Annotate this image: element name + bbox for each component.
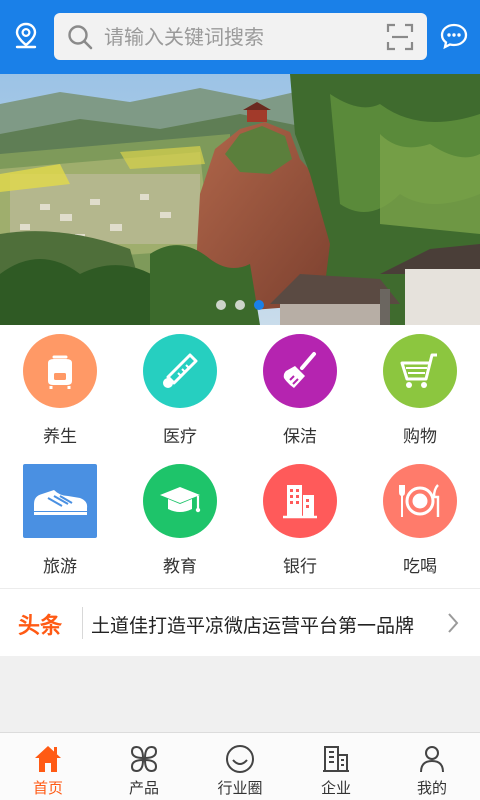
category-yiliao[interactable]: 医疗 bbox=[120, 325, 240, 455]
headline-text[interactable]: 土道佳打造平凉微店运营平台第一品牌 bbox=[91, 611, 414, 638]
tab-enterprise[interactable]: 企业 bbox=[288, 733, 384, 800]
category-jiaoyu[interactable]: 教育 bbox=[120, 455, 240, 585]
carousel-dot[interactable] bbox=[235, 300, 245, 310]
category-chihe[interactable]: 吃喝 bbox=[360, 455, 480, 585]
carousel-indicators bbox=[0, 300, 480, 310]
graduation-cap-icon bbox=[143, 464, 217, 538]
smile-circle-icon bbox=[226, 745, 254, 773]
search-input[interactable] bbox=[104, 13, 374, 60]
plate-cutlery-icon bbox=[383, 464, 457, 538]
tab-label: 产品 bbox=[128, 779, 159, 797]
location-pin-icon bbox=[15, 22, 37, 49]
carousel-dot[interactable] bbox=[216, 300, 226, 310]
headline-badge: 头条 bbox=[18, 614, 63, 639]
location-button[interactable] bbox=[8, 18, 44, 54]
tab-products[interactable]: 产品 bbox=[96, 733, 192, 800]
banner-carousel[interactable] bbox=[0, 74, 480, 325]
person-icon bbox=[420, 746, 444, 773]
category-baojie[interactable]: 保洁 bbox=[240, 325, 360, 455]
category-grid: 养生 医疗 保洁 购物 旅游 教育 银行 吃喝 bbox=[0, 325, 480, 587]
bottom-tab-bar: 首页 产品 行业圈 企业 我的 bbox=[0, 732, 480, 800]
tab-mine[interactable]: 我的 bbox=[384, 733, 480, 800]
category-label: 教育 bbox=[163, 557, 197, 577]
banner-image bbox=[0, 74, 480, 325]
content-spacer bbox=[0, 656, 480, 732]
search-icon bbox=[68, 25, 93, 50]
building-icon bbox=[263, 464, 337, 538]
tab-label: 我的 bbox=[416, 779, 447, 797]
headline-news[interactable]: 头条 土道佳打造平凉微店运营平台第一品牌 bbox=[0, 588, 480, 656]
category-label: 吃喝 bbox=[403, 557, 437, 577]
tab-label: 首页 bbox=[32, 779, 63, 797]
carousel-dot-active[interactable] bbox=[254, 300, 264, 310]
tab-label: 企业 bbox=[320, 779, 351, 797]
category-gouwu[interactable]: 购物 bbox=[360, 325, 480, 455]
sneaker-icon bbox=[23, 464, 97, 538]
category-label: 养生 bbox=[43, 427, 77, 447]
category-label: 购物 bbox=[403, 427, 437, 447]
broom-icon bbox=[263, 334, 337, 408]
tab-industry-circle[interactable]: 行业圈 bbox=[192, 733, 288, 800]
thermometer-icon bbox=[143, 334, 217, 408]
category-label: 旅游 bbox=[43, 557, 77, 577]
shopping-cart-icon bbox=[383, 334, 457, 408]
category-label: 医疗 bbox=[163, 427, 197, 447]
office-building-icon bbox=[323, 746, 349, 772]
category-label: 保洁 bbox=[283, 427, 317, 447]
chat-bubble-icon bbox=[440, 23, 468, 50]
tab-label: 行业圈 bbox=[217, 779, 263, 797]
rice-cooker-icon bbox=[23, 334, 97, 408]
scan-icon[interactable] bbox=[385, 22, 415, 52]
category-yangsheng[interactable]: 养生 bbox=[0, 325, 120, 455]
category-label: 银行 bbox=[283, 557, 317, 577]
chevron-right-icon[interactable] bbox=[446, 611, 460, 635]
category-yinhang[interactable]: 银行 bbox=[240, 455, 360, 585]
top-header bbox=[0, 0, 480, 74]
tab-home[interactable]: 首页 bbox=[0, 733, 96, 800]
divider bbox=[82, 607, 83, 639]
search-bar[interactable] bbox=[54, 13, 427, 60]
message-button[interactable] bbox=[436, 18, 472, 54]
home-icon bbox=[35, 746, 61, 772]
category-lvyou[interactable]: 旅游 bbox=[0, 455, 120, 585]
grid-petals-icon bbox=[130, 745, 158, 773]
